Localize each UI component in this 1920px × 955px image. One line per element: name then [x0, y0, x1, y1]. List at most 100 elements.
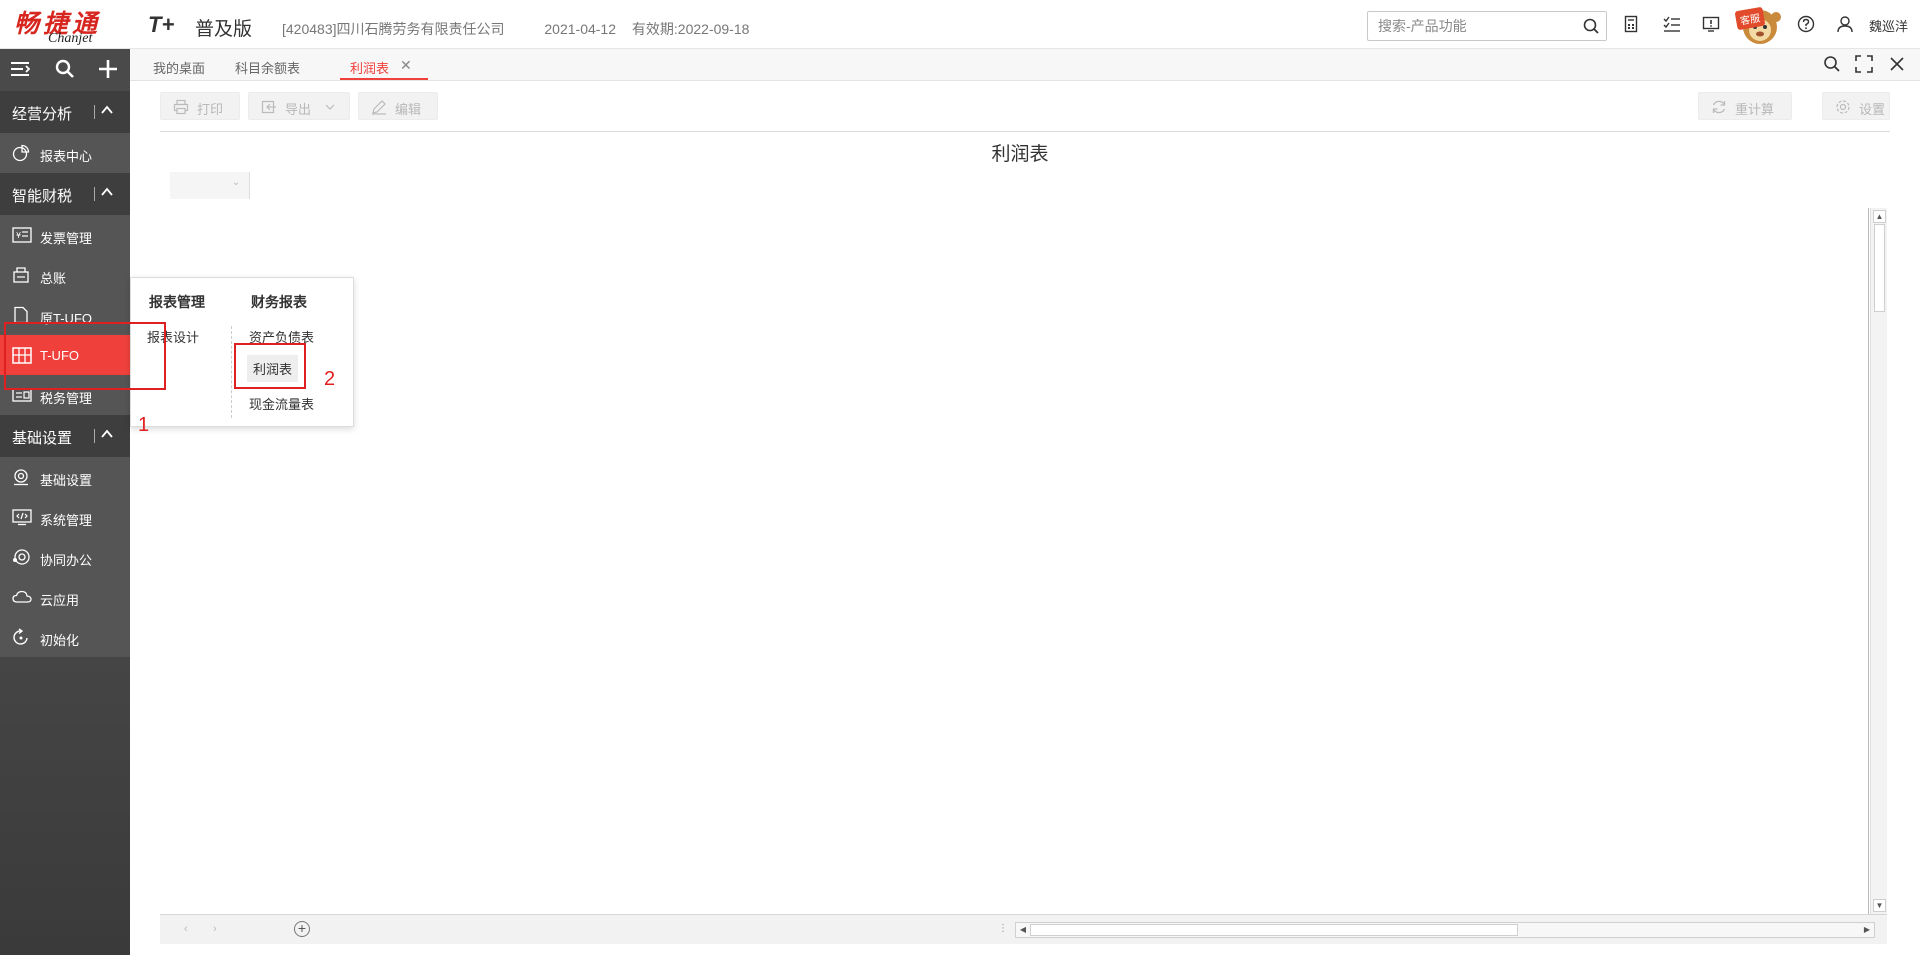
sidebar-item-basic-settings[interactable]: 基础设置	[0, 457, 130, 497]
period-select[interactable]: ⌄	[170, 172, 250, 199]
tab-income-statement[interactable]: 利润表	[350, 58, 389, 77]
sidebar-item-invoice[interactable]: ¥ 发票管理	[0, 215, 130, 255]
message-icon[interactable]	[1702, 15, 1722, 35]
toolbar-divider	[160, 131, 1890, 132]
sidebar-item-report-center[interactable]: 报表中心	[0, 133, 130, 173]
sidebar-item-system[interactable]: 系统管理	[0, 497, 130, 537]
scroll-down-icon[interactable]: ▼	[1873, 899, 1886, 912]
product-search	[1367, 11, 1607, 41]
divider	[94, 187, 95, 201]
sidebar-item-label: 基础设置	[40, 473, 93, 488]
sheet-next-icon[interactable]: ›	[213, 923, 217, 935]
sidebar-item-label: 初始化	[40, 633, 80, 648]
settings-icon	[12, 468, 30, 489]
refresh-icon	[12, 628, 30, 649]
settings-label: 设置	[1859, 102, 1886, 117]
annotation-box-2	[234, 343, 306, 389]
printer-icon	[173, 99, 189, 118]
annotation-number-1: 1	[138, 414, 150, 436]
scroll-up-icon[interactable]: ▲	[1873, 210, 1886, 223]
scroll-thumb[interactable]	[1030, 924, 1518, 936]
export-icon	[261, 99, 277, 118]
refresh-icon	[1711, 99, 1727, 118]
menu-item-cash-flow[interactable]: 现金流量表	[249, 394, 314, 413]
cloud-icon	[12, 588, 32, 609]
print-label: 打印	[197, 102, 224, 117]
sidebar-item-label: 协同办公	[40, 553, 93, 568]
export-label: 导出	[285, 102, 312, 117]
company-name: [420483]四川石腾劳务有限责任公司	[282, 21, 505, 37]
menu-section-report-management: 报表管理	[149, 294, 205, 310]
pencil-icon	[371, 99, 387, 118]
search-icon[interactable]	[1823, 55, 1841, 76]
search-icon[interactable]	[55, 59, 75, 82]
export-button[interactable]: 导出	[248, 92, 350, 120]
close-icon[interactable]: ✕	[400, 57, 412, 74]
recalculate-button[interactable]: 重计算	[1698, 92, 1792, 120]
sidebar-item-label: 云应用	[40, 593, 80, 608]
ledger-icon	[12, 266, 30, 287]
grid-border	[1868, 208, 1869, 914]
sidebar-item-label: 发票管理	[40, 231, 93, 246]
chevron-up-icon	[100, 427, 114, 445]
username[interactable]: 魏巡洋	[1869, 16, 1908, 35]
product-edition: 普及版	[195, 19, 253, 40]
print-button[interactable]: 打印	[160, 92, 240, 120]
scroll-left-icon[interactable]: ◀	[1017, 924, 1029, 936]
sidebar-item-cloud[interactable]: 云应用	[0, 577, 130, 617]
task-list-icon[interactable]	[1663, 15, 1683, 35]
company-info: [420483]四川石腾劳务有限责任公司 2021-04-12 有效期:2022…	[282, 19, 749, 39]
recalc-label: 重计算	[1735, 102, 1775, 117]
settings-button[interactable]: 设置	[1822, 92, 1890, 120]
sidebar-item-ledger[interactable]: 总账	[0, 255, 130, 295]
user-icon[interactable]	[1836, 15, 1856, 35]
add-icon[interactable]	[98, 59, 118, 82]
sidebar-item-label: 报表中心	[40, 149, 93, 164]
search-input[interactable]	[1368, 12, 1568, 40]
tab-account-balance[interactable]: 科目余额表	[235, 58, 300, 77]
sidebar-item-collab[interactable]: 协同办公	[0, 537, 130, 577]
brand-en: Chanjet	[48, 31, 93, 46]
sheet-prev-icon[interactable]: ‹	[184, 923, 188, 935]
gear-icon	[1835, 99, 1851, 118]
scroll-right-icon[interactable]: ▶	[1861, 924, 1873, 936]
annotation-box-1	[4, 322, 166, 390]
group-label: 智能财税	[12, 188, 73, 205]
sidebar: 经营分析 报表中心 智能财税 ¥ 发票管理 总账 原T-UFO T-UFO 税务…	[0, 49, 130, 955]
valid-until: 有效期:2022-09-18	[631, 21, 750, 37]
pie-chart-icon	[12, 144, 30, 165]
fullscreen-icon[interactable]	[1855, 55, 1873, 76]
add-sheet-icon[interactable]: +	[294, 921, 310, 937]
divider	[94, 429, 95, 443]
edit-label: 编辑	[395, 102, 422, 117]
invoice-icon: ¥	[12, 226, 32, 247]
search-icon[interactable]	[1583, 18, 1599, 37]
tab-my-desktop[interactable]: 我的桌面	[153, 58, 205, 77]
svg-text:¥: ¥	[16, 231, 21, 240]
close-all-icon[interactable]	[1888, 55, 1906, 76]
chevron-up-icon	[100, 103, 114, 121]
menu-toggle-icon[interactable]	[10, 59, 31, 82]
sidebar-group-business-analysis[interactable]: 经营分析	[0, 91, 130, 133]
product-name: T+	[148, 12, 175, 37]
splitter-handle[interactable]: ⋮	[998, 923, 1008, 934]
horizontal-scrollbar[interactable]: ◀ ▶	[1015, 922, 1875, 938]
menu-divider	[231, 326, 232, 418]
help-icon[interactable]	[1797, 15, 1817, 35]
report-grid[interactable]	[160, 208, 1887, 914]
customer-service-mascot[interactable]: 客服	[1732, 3, 1786, 47]
sidebar-item-label: 税务管理	[40, 391, 93, 406]
scroll-thumb[interactable]	[1874, 224, 1885, 312]
sidebar-group-smart-tax[interactable]: 智能财税	[0, 173, 130, 215]
tab-bar: 我的桌面 科目余额表 利润表 ✕	[130, 49, 1920, 81]
menu-section-financial-reports: 财务报表	[251, 294, 307, 310]
edit-button[interactable]: 编辑	[358, 92, 438, 120]
sidebar-item-init[interactable]: 初始化	[0, 617, 130, 657]
login-date: 2021-04-12	[544, 21, 617, 37]
sidebar-group-basic-settings[interactable]: 基础设置	[0, 415, 130, 457]
group-label: 经营分析	[12, 106, 73, 123]
sidebar-item-label: 总账	[40, 271, 67, 286]
vertical-scrollbar[interactable]: ▲ ▼	[1870, 208, 1887, 914]
chevron-down-icon: ⌄	[232, 177, 241, 188]
calculator-icon[interactable]	[1623, 15, 1643, 35]
